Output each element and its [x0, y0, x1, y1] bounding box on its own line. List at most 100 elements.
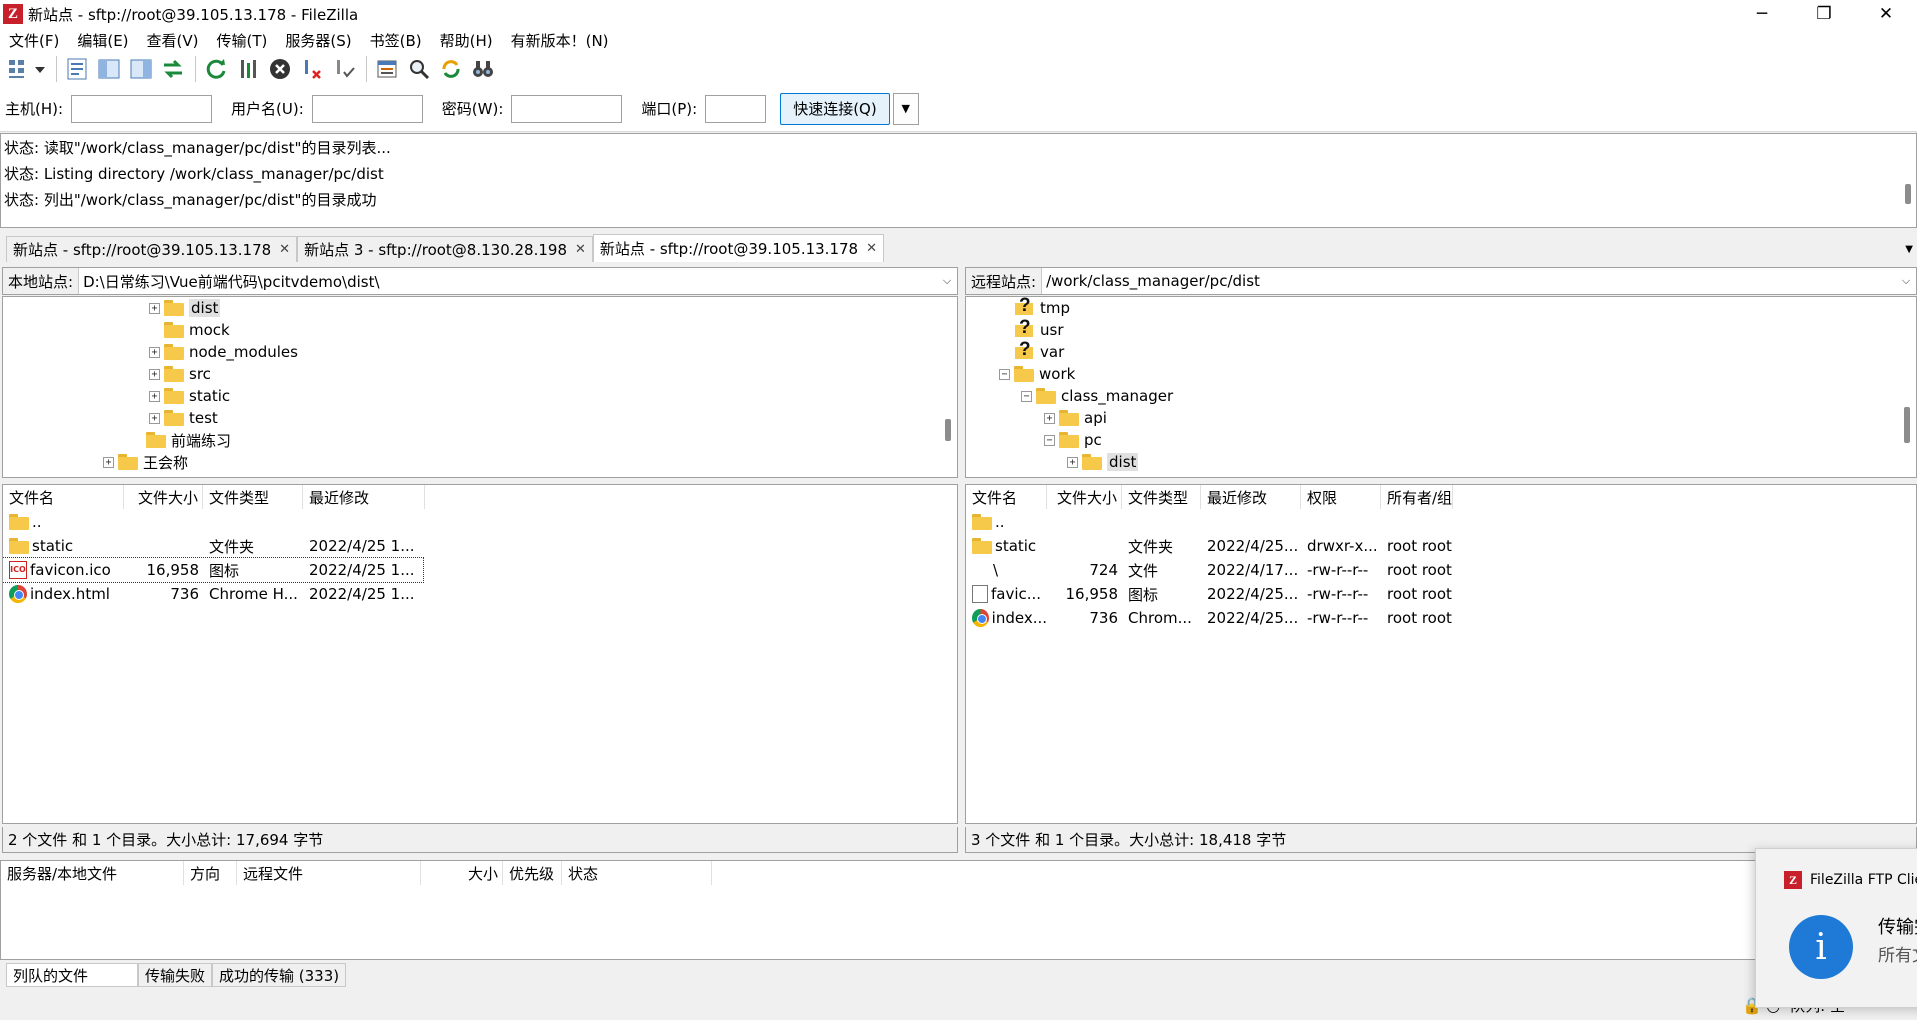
expand-icon[interactable]: + [1067, 456, 1078, 468]
tree-item-wang[interactable]: + 王会称 [103, 451, 188, 473]
synchronized-browsing-button[interactable] [436, 54, 466, 84]
disconnect-button[interactable] [297, 54, 327, 84]
menu-transfer[interactable]: 传输(T) [208, 30, 277, 51]
port-input[interactable] [705, 94, 767, 123]
tree-item-frontend-practice[interactable]: 前端练习 [146, 429, 231, 451]
menu-bookmarks[interactable]: 书签(B) [361, 30, 431, 51]
column-status[interactable]: 状态 [562, 861, 712, 885]
list-item[interactable]: \ 724 文件 2022/4/17... -rw-r--r-- root ro… [966, 558, 1453, 582]
column-remote-file[interactable]: 远程文件 [237, 861, 421, 885]
tree-item-usr[interactable]: ? usr [1015, 317, 1064, 341]
tree-item-mock[interactable]: mock [164, 319, 230, 341]
chevron-down-icon[interactable]: ⌵ [1896, 274, 1916, 288]
tab-failed-transfers[interactable]: 传输失败 [138, 963, 213, 987]
list-item[interactable]: favic... 16,958 图标 2022/4/25... -rw-r--r… [966, 582, 1453, 606]
close-icon[interactable]: ✕ [575, 242, 586, 257]
tree-item-static[interactable]: + static [149, 385, 230, 407]
directory-listing-filter-button[interactable] [372, 54, 402, 84]
menu-file[interactable]: 文件(F) [0, 30, 68, 51]
tree-item-src[interactable]: + src [149, 363, 211, 385]
tree-item-tmp[interactable]: ? tmp [1015, 297, 1070, 319]
menu-new-version[interactable]: 有新版本！(N) [502, 30, 618, 51]
collapse-icon[interactable]: − [1044, 434, 1055, 446]
tab-list-dropdown-icon[interactable]: ▼ [1905, 244, 1913, 255]
refresh-button[interactable] [201, 54, 231, 84]
column-filetype[interactable]: 文件类型 [1122, 485, 1201, 509]
chevron-down-icon[interactable]: ⌵ [937, 274, 957, 288]
expand-icon[interactable]: + [103, 456, 114, 468]
column-filename[interactable]: 文件名 [3, 485, 124, 509]
expand-icon[interactable]: + [149, 302, 160, 314]
column-permissions[interactable]: 权限 [1301, 485, 1381, 509]
expand-icon[interactable]: + [149, 412, 160, 424]
tree-item-work[interactable]: − work [999, 363, 1075, 385]
close-button[interactable]: ✕ [1855, 0, 1917, 28]
directory-comparison-button[interactable] [404, 54, 434, 84]
restore-button[interactable]: ❐ [1793, 0, 1855, 28]
menu-view[interactable]: 查看(V) [138, 30, 208, 51]
column-filesize[interactable]: 文件大小 [1047, 485, 1122, 509]
list-item[interactable]: index... 736 Chrom... 2022/4/25... -rw-r… [966, 606, 1453, 630]
tree-item-dist[interactable]: + dist [149, 297, 221, 319]
tree-item-class-manager[interactable]: − class_manager [1021, 385, 1173, 407]
tab-queued-files[interactable]: 列队的文件 [6, 963, 138, 987]
column-direction[interactable]: 方向 [184, 861, 237, 885]
log-scrollbar[interactable] [1905, 184, 1911, 204]
local-path-input[interactable]: D:\日常练习\Vue前端代码\pcitvdemo\dist\ [79, 271, 937, 292]
list-item[interactable]: ICO favicon.ico 16,958 图标 2022/4/25 1... [3, 557, 424, 583]
toggle-transfer-queue-button[interactable] [158, 54, 188, 84]
tree-item-var[interactable]: ? var [1015, 339, 1064, 363]
expand-icon[interactable]: + [149, 346, 160, 358]
column-filetype[interactable]: 文件类型 [203, 485, 303, 509]
tab-connection-1[interactable]: 新站点 - sftp://root@39.105.13.178 ✕ [6, 236, 298, 262]
tree-item-api[interactable]: + api [1044, 407, 1107, 429]
expand-icon[interactable]: + [149, 368, 160, 380]
close-icon[interactable]: ✕ [866, 241, 877, 256]
tab-connection-3[interactable]: 新站点 - sftp://root@39.105.13.178 ✕ [592, 234, 884, 262]
tree-item-dist[interactable]: + dist [1067, 451, 1139, 473]
column-size[interactable]: 大小 [421, 861, 503, 885]
column-server-local-file[interactable]: 服务器/本地文件 [1, 861, 184, 885]
local-tree-scrollbar[interactable] [945, 419, 951, 441]
expand-icon[interactable]: + [1044, 412, 1055, 424]
column-filename[interactable]: 文件名 [966, 485, 1047, 509]
remote-path-input[interactable]: /work/class_manager/pc/dist [1042, 272, 1896, 290]
process-queue-button[interactable] [233, 54, 263, 84]
collapse-icon[interactable]: − [1021, 390, 1032, 402]
tab-successful-transfers[interactable]: 成功的传输 (333) [212, 963, 347, 987]
host-input[interactable] [71, 94, 213, 123]
column-priority[interactable]: 优先级 [503, 861, 562, 885]
column-filesize[interactable]: 文件大小 [124, 485, 203, 509]
search-remote-files-button[interactable] [468, 54, 498, 84]
collapse-icon[interactable]: − [999, 368, 1010, 380]
username-input[interactable] [311, 94, 423, 123]
remote-tree-scrollbar[interactable] [1904, 407, 1910, 443]
tree-item-pc[interactable]: − pc [1044, 429, 1102, 451]
password-input[interactable] [511, 94, 623, 123]
notification-toast[interactable]: Z FileZilla FTP Client i 传输完成 所有文件均已成功传输 [1755, 848, 1917, 1008]
expand-icon[interactable]: + [149, 390, 160, 402]
quickconnect-button[interactable]: 快速连接(Q) [780, 92, 890, 125]
list-item[interactable]: index.html 736 Chrome H... 2022/4/25 1..… [3, 582, 425, 606]
toggle-remote-tree-button[interactable] [126, 54, 156, 84]
close-icon[interactable]: ✕ [279, 242, 290, 257]
list-item[interactable]: static 文件夹 2022/4/25... drwxr-x... root … [966, 534, 1453, 558]
menu-server[interactable]: 服务器(S) [276, 30, 360, 51]
tab-connection-2[interactable]: 新站点 3 - sftp://root@8.130.28.198 ✕ [297, 236, 593, 262]
list-item[interactable]: static 文件夹 2022/4/25 1... [3, 534, 425, 558]
tree-item-node-modules[interactable]: + node_modules [149, 341, 298, 363]
minimize-button[interactable]: ─ [1731, 0, 1793, 28]
list-item[interactable]: .. [3, 510, 124, 534]
column-owner[interactable]: 所有者/组 [1381, 485, 1453, 509]
quickconnect-dropdown-button[interactable]: ▼ [892, 92, 919, 125]
reconnect-button[interactable] [329, 54, 359, 84]
toggle-local-tree-button[interactable] [94, 54, 124, 84]
menu-edit[interactable]: 编辑(E) [68, 30, 137, 51]
site-manager-button[interactable] [5, 54, 49, 84]
list-item[interactable]: .. [966, 510, 1047, 534]
column-modified[interactable]: 最近修改 [1201, 485, 1301, 509]
column-modified[interactable]: 最近修改 [303, 485, 425, 509]
tree-item-test[interactable]: + test [149, 407, 218, 429]
menu-help[interactable]: 帮助(H) [431, 30, 502, 51]
cancel-operation-button[interactable] [265, 54, 295, 84]
